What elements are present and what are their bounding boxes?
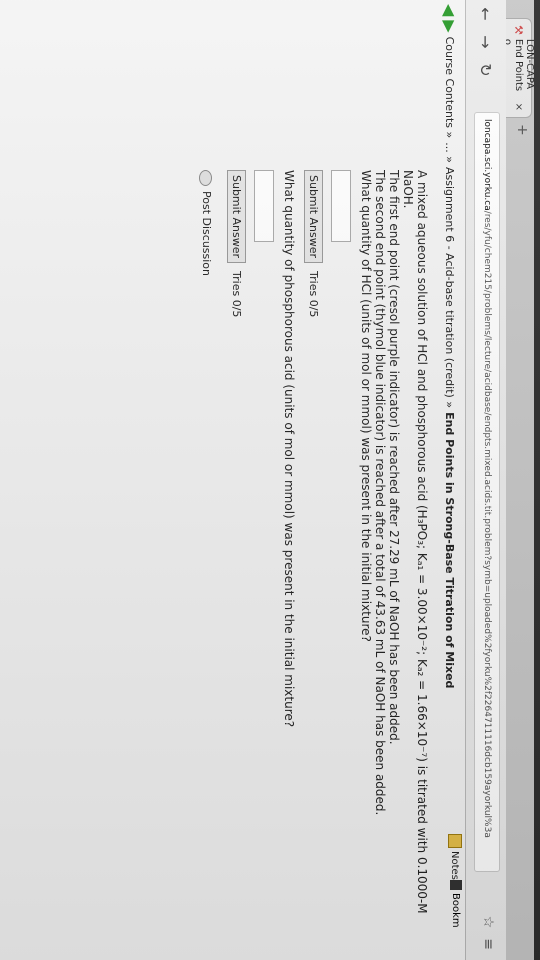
problem-intro-line-3: The second end point (thymol blue indica… xyxy=(373,170,387,816)
breadcrumb: ◀ ▶ Course Contents » ... » Assignment 6… xyxy=(439,0,461,960)
tries-counter-2: Tries 0/5 xyxy=(230,271,244,318)
bookmark-star-icon[interactable]: ☆ xyxy=(480,916,496,929)
bookmarks-label: Bookm xyxy=(450,893,462,928)
forward-arrow-icon[interactable]: → xyxy=(477,28,496,56)
tries-counter-1: Tries 0/5 xyxy=(307,271,321,318)
close-tab-icon[interactable]: × xyxy=(513,103,524,111)
bookmarks-icon xyxy=(450,880,462,890)
post-discussion-link[interactable]: Post Discussion xyxy=(199,170,213,940)
question-1: What quantity of HCl (units of mol or mm… xyxy=(359,170,373,642)
reload-icon[interactable]: ↻ xyxy=(477,56,496,84)
browser-toolbar: ← → ↻ loncapa.sci.yorku.ca /res/yfu/chem… xyxy=(465,0,506,960)
forward-green-arrow-icon[interactable]: ▶ xyxy=(441,20,460,32)
question-2: What quantity of phosphorous acid (units… xyxy=(282,170,296,728)
monitor-screen: ⚒ LON-CAPA End Points o × + ← → ↻ loncap… xyxy=(0,0,540,960)
discussion-bubble-icon xyxy=(199,170,213,186)
problem-intro-line-1: A mixed aqueous solution of HCl and phos… xyxy=(401,170,429,914)
tab-title: LON-CAPA End Points o xyxy=(502,38,535,92)
notes-label: Notes xyxy=(449,851,461,880)
problem-intro-line-2: The first end point (cresol purple indic… xyxy=(387,170,401,745)
answer-input-2[interactable] xyxy=(254,170,274,242)
url-path: /res/yfu/chem215/problems/lecture/acidba… xyxy=(482,210,492,838)
lon-capa-favicon-icon: ⚒ xyxy=(512,25,525,35)
breadcrumb-course-contents[interactable]: Course Contents » xyxy=(444,37,457,139)
page-content: ◀ ▶ Course Contents » ... » Assignment 6… xyxy=(0,0,465,960)
breadcrumb-ellipsis[interactable]: ... » xyxy=(444,142,457,163)
back-arrow-icon[interactable]: ← xyxy=(477,0,496,28)
bookmarks-button[interactable]: Bookm xyxy=(450,880,462,928)
new-tab-button[interactable]: + xyxy=(510,124,530,146)
tab-bar: ⚒ LON-CAPA End Points o × + xyxy=(502,0,540,960)
breadcrumb-assignment[interactable]: Assignment 6 - Acid-base titration (cred… xyxy=(444,167,457,408)
menu-icon[interactable]: ≡ xyxy=(480,938,496,950)
url-domain: loncapa.sci.yorku.ca xyxy=(482,119,492,211)
notes-button[interactable]: Notes xyxy=(448,834,462,880)
browser-tab[interactable]: ⚒ LON-CAPA End Points o × xyxy=(502,18,535,118)
notes-icon xyxy=(448,834,462,848)
address-bar[interactable]: loncapa.sci.yorku.ca /res/yfu/chem215/pr… xyxy=(474,112,500,872)
problem-body: A mixed aqueous solution of HCl and phos… xyxy=(199,170,429,940)
submit-answer-button-1[interactable]: Submit Answer xyxy=(304,170,323,264)
answer-input-1[interactable] xyxy=(331,170,351,242)
submit-answer-button-2[interactable]: Submit Answer xyxy=(227,170,246,264)
post-discussion-label: Post Discussion xyxy=(200,191,213,277)
breadcrumb-current: End Points in Strong-Base Titration of M… xyxy=(443,412,457,689)
back-green-arrow-icon[interactable]: ◀ xyxy=(441,4,460,16)
monitor-bezel xyxy=(534,0,540,960)
